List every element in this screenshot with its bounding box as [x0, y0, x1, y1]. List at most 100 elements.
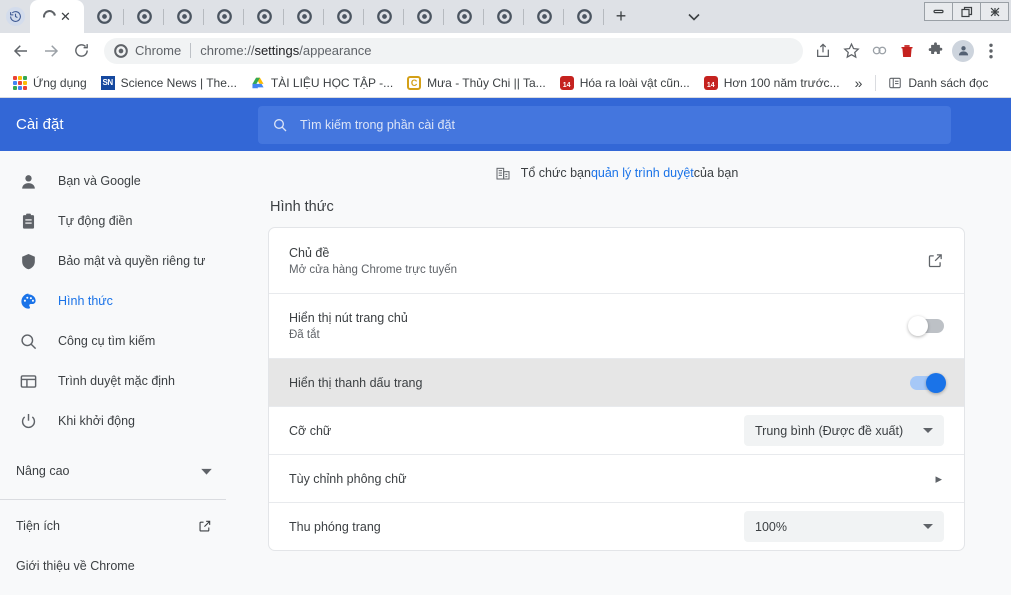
row-title: Cỡ chữ	[289, 424, 744, 438]
chrome-favicon-icon	[177, 9, 192, 24]
sidebar-item-label: Bảo mật và quyền riêng tư	[58, 254, 205, 268]
address-bar[interactable]: Chrome chrome://settings/appearance	[104, 38, 803, 64]
omnibox-chrome-label: Chrome	[135, 43, 181, 58]
url-tail: /appearance	[299, 43, 371, 58]
apps-grid-icon	[13, 76, 27, 90]
window-minimize-button[interactable]	[924, 2, 953, 21]
sidebar-item-0[interactable]: Bạn và Google	[0, 161, 240, 201]
row-title: Hiển thị thanh dấu trang	[289, 376, 910, 390]
managed-banner-link[interactable]: quản lý trình duyệt	[591, 166, 694, 180]
row-title: Chủ đề	[289, 246, 927, 260]
building-icon	[495, 165, 511, 181]
chrome-favicon-icon	[257, 9, 272, 24]
bookmark-item[interactable]: Ứng dụng	[6, 71, 94, 95]
trash-icon[interactable]	[893, 37, 921, 65]
managed-banner-prefix: Tổ chức bạn	[521, 166, 591, 180]
extensions-puzzle-icon[interactable]	[921, 37, 949, 65]
settings-row[interactable]: Tùy chỉnh phông chữ▸	[269, 454, 964, 502]
tab-background[interactable]	[204, 0, 244, 33]
row-title: Thu phóng trang	[289, 520, 744, 534]
sidebar-item-1[interactable]: Tự động điền	[0, 201, 240, 241]
settings-row[interactable]: Hiển thị thanh dấu trang	[269, 358, 964, 406]
chevron-right-icon[interactable]: ▸	[935, 471, 944, 487]
dropdown-select[interactable]: Trung bình (Được đề xuất)	[744, 415, 944, 446]
sidebar-item-label: Tự động điền	[58, 214, 132, 228]
bookmarks-overflow-button[interactable]: »	[847, 75, 871, 91]
search-icon	[19, 332, 38, 351]
row-text: Thu phóng trang	[289, 520, 744, 534]
share-icon[interactable]	[809, 37, 837, 65]
profile-avatar-icon[interactable]	[949, 37, 977, 65]
sidebar-item-about-chrome[interactable]: Giới thiệu về Chrome	[0, 546, 240, 586]
settings-row[interactable]: Chủ đềMở cửa hàng Chrome trực tuyến	[269, 228, 964, 293]
row-text: Hiển thị thanh dấu trang	[289, 376, 910, 390]
chrome-favicon-icon	[114, 44, 128, 58]
bookmark-label: Mưa - Thủy Chi || Ta...	[427, 76, 546, 90]
new-tab-button[interactable]: +	[604, 0, 638, 33]
sidebar-item-6[interactable]: Khi khởi động	[0, 401, 240, 441]
chevron-down-icon	[923, 428, 933, 433]
bookmark-item[interactable]: SNScience News | The...	[94, 71, 244, 95]
external-link-icon[interactable]	[927, 252, 944, 269]
tab-background[interactable]	[284, 0, 324, 33]
chrome-favicon-icon	[497, 9, 512, 24]
palette-icon	[19, 292, 38, 311]
person-icon	[19, 172, 38, 191]
sidebar-item-2[interactable]: Bảo mật và quyền riêng tư	[0, 241, 240, 281]
settings-row[interactable]: Hiển thị nút trang chủĐã tắt	[269, 293, 964, 358]
toggle-switch-off[interactable]	[910, 319, 944, 333]
tab-background[interactable]	[444, 0, 484, 33]
dropdown-select[interactable]: 100%	[744, 511, 944, 542]
calendar-icon: 14	[704, 76, 718, 90]
window-close-button[interactable]	[980, 2, 1009, 21]
chrome-favicon-icon	[297, 9, 312, 24]
tab-active[interactable]: ✕	[30, 0, 84, 33]
bookmark-item[interactable]: TÀI LIỆU HỌC TẬP -...	[244, 71, 400, 95]
row-text: Cỡ chữ	[289, 424, 744, 438]
back-button[interactable]	[6, 36, 36, 66]
tab-strip: ✕ +	[0, 0, 1011, 33]
tab-background[interactable]	[324, 0, 364, 33]
dropdown-value: Trung bình (Được đề xuất)	[755, 424, 909, 438]
tab-background[interactable]	[484, 0, 524, 33]
sidebar-item-advanced[interactable]: Nâng cao	[0, 449, 240, 493]
history-button[interactable]	[0, 0, 30, 33]
sidebar-item-label: Công cụ tìm kiếm	[58, 334, 155, 348]
toggle-switch-on[interactable]	[910, 376, 944, 390]
sidebar-item-4[interactable]: Công cụ tìm kiếm	[0, 321, 240, 361]
link-chain-icon[interactable]	[865, 37, 893, 65]
sidebar-extensions-label: Tiện ích	[16, 519, 198, 533]
sidebar-item-extensions[interactable]: Tiện ích	[0, 506, 240, 546]
tab-background[interactable]	[244, 0, 284, 33]
bookmark-item[interactable]: 14Hóa ra loài vật cũn...	[553, 71, 697, 95]
sidebar-item-5[interactable]: Trình duyệt mặc định	[0, 361, 240, 401]
window-restore-button[interactable]	[952, 2, 981, 21]
tab-background[interactable]	[84, 0, 124, 33]
tab-search-chevron-down-icon[interactable]	[676, 0, 712, 33]
window-controls	[925, 2, 1009, 21]
more-menu-icon[interactable]	[977, 37, 1005, 65]
bookmark-item[interactable]: CMưa - Thủy Chi || Ta...	[400, 71, 553, 95]
settings-row[interactable]: Thu phóng trang100%	[269, 502, 964, 550]
tab-background[interactable]	[524, 0, 564, 33]
settings-search-box[interactable]: Tìm kiếm trong phần cài đặt	[258, 106, 951, 144]
search-icon	[272, 117, 288, 133]
tab-background[interactable]	[404, 0, 444, 33]
sidebar-item-3[interactable]: Hình thức	[0, 281, 240, 321]
bookmark-item[interactable]: 14 Hơn 100 năm trước...	[697, 71, 847, 95]
bookmark-star-icon[interactable]	[837, 37, 865, 65]
tab-close-icon[interactable]: ✕	[60, 10, 71, 23]
chrome-favicon-icon	[217, 9, 232, 24]
forward-button[interactable]	[36, 36, 66, 66]
tab-background[interactable]	[124, 0, 164, 33]
tab-background[interactable]	[564, 0, 604, 33]
bookmark-label: Hơn 100 năm trước...	[724, 76, 840, 90]
reload-button[interactable]	[66, 36, 96, 66]
tab-background[interactable]	[364, 0, 404, 33]
settings-row[interactable]: Cỡ chữ Trung bình (Được đề xuất)	[269, 406, 964, 454]
external-link-icon	[198, 519, 212, 533]
reading-list-button[interactable]: Danh sách đọc	[881, 71, 995, 95]
tab-background[interactable]	[164, 0, 204, 33]
chrome-favicon-icon	[537, 9, 552, 24]
chrome-favicon-icon	[97, 9, 112, 24]
